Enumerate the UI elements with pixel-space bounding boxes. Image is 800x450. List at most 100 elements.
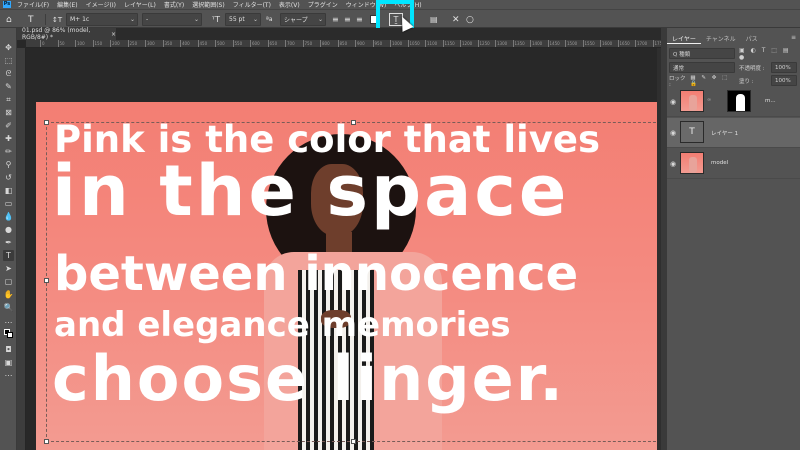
type-tool-icon[interactable]: T [3, 250, 14, 261]
ruler-tick [407, 40, 409, 47]
zoom-tool-icon[interactable]: 🔍 [3, 302, 14, 313]
menu-type[interactable]: 書式(Y) [164, 0, 184, 9]
more-tools-icon[interactable]: … [3, 315, 14, 326]
marquee-tool-icon[interactable]: ⬚ [3, 55, 14, 66]
move-tool-icon[interactable]: ✥ [3, 42, 14, 53]
document-tab[interactable]: 01.psd @ 86% (model, RGB/8#) * × [17, 27, 117, 41]
toggle-orientation-icon[interactable]: ↕T [52, 13, 62, 26]
font-family-value: M+ 1c [70, 16, 90, 23]
menu-view[interactable]: 表示(V) [279, 0, 300, 9]
align-right-icon[interactable]: ≡ [356, 13, 364, 26]
font-style-value: - [146, 16, 149, 23]
pen-tool-icon[interactable]: ✒ [3, 237, 14, 248]
ruler-tick [652, 40, 654, 47]
ruler-tick [425, 40, 426, 47]
menu-image[interactable]: イメージ(I) [86, 0, 116, 9]
menu-plugins[interactable]: プラグイン [308, 0, 338, 9]
ruler-tick [197, 40, 199, 47]
cancel-icon[interactable]: ✕ [452, 13, 462, 26]
screen-mode-icon[interactable]: ▣ [3, 357, 14, 368]
filter-icons[interactable]: ▣ ◐ T ⬚ ▤ ● [739, 47, 797, 61]
menu-edit[interactable]: 編集(E) [57, 0, 77, 9]
ruler-label: 1700 [637, 41, 648, 46]
ruler-tick [442, 40, 444, 47]
font-family-select[interactable]: M+ 1c ⌄ [66, 13, 138, 26]
ruler-tick [547, 40, 549, 47]
clone-stamp-tool-icon[interactable]: ⚲ [3, 159, 14, 170]
align-left-icon[interactable]: ≡ [332, 13, 340, 26]
tab-layers[interactable]: レイヤー [667, 32, 701, 44]
fill-input[interactable]: 100% [771, 75, 797, 86]
blend-mode-select[interactable]: 通常 [669, 62, 735, 73]
lock-icons[interactable]: ▦ ✎ ✥ ⬚ 🔒 [690, 75, 735, 87]
ruler-label: 450 [199, 41, 208, 46]
chain-link-icon[interactable]: ∞ [707, 97, 711, 103]
tab-paths[interactable]: パス [741, 32, 763, 44]
lock-label: ロック : [669, 75, 686, 88]
frame-tool-icon[interactable]: ⊠ [3, 107, 14, 118]
menu-filter[interactable]: フィルター(T) [233, 0, 271, 9]
visibility-eye-icon[interactable]: ◉ [670, 160, 676, 168]
history-brush-tool-icon[interactable]: ↺ [3, 172, 14, 183]
menu-select[interactable]: 選択範囲(S) [192, 0, 225, 9]
color-swatches-icon[interactable] [3, 328, 14, 339]
panel-menu-icon[interactable]: ≡ [787, 32, 800, 44]
lasso-tool-icon[interactable]: ᘓ [3, 68, 14, 79]
character-panel-icon[interactable]: ▤ [430, 13, 440, 26]
menu-file[interactable]: ファイル(F) [17, 0, 49, 9]
photoshop-logo-icon[interactable]: Ps [3, 1, 11, 8]
layer-row-model[interactable]: ◉ model [667, 149, 800, 179]
bbox-handle-top-left[interactable] [44, 120, 49, 125]
align-center-icon[interactable]: ≡ [344, 13, 352, 26]
gradient-tool-icon[interactable]: ▭ [3, 198, 14, 209]
text-layer-thumbnail-icon: T [680, 121, 704, 143]
healing-brush-tool-icon[interactable]: ✚ [3, 133, 14, 144]
opacity-input[interactable]: 100% [771, 62, 797, 73]
antialias-select[interactable]: シャープ ⌄ [280, 13, 326, 26]
visibility-eye-icon[interactable]: ◉ [670, 129, 676, 137]
ruler-label: 400 [182, 41, 190, 46]
font-size-icon: ᵀT [212, 15, 220, 24]
quick-select-tool-icon[interactable]: ✎ [3, 81, 14, 92]
visibility-eye-icon[interactable]: ◉ [670, 98, 676, 106]
layer-row-text[interactable]: ◉ T レイヤー 1 [667, 118, 800, 148]
eraser-tool-icon[interactable]: ◧ [3, 185, 14, 196]
bbox-handle-left[interactable] [44, 278, 49, 283]
crop-tool-icon[interactable]: ⌗ [3, 94, 14, 105]
layer-mask-thumbnail[interactable] [727, 90, 751, 112]
eyedropper-tool-icon[interactable]: ✐ [3, 120, 14, 131]
font-style-select[interactable]: - ⌄ [142, 13, 202, 26]
bbox-handle-top[interactable] [351, 120, 356, 125]
close-icon[interactable]: × [111, 31, 116, 38]
home-icon[interactable]: ⌂ [6, 13, 16, 26]
chevron-down-icon: ⌄ [193, 16, 199, 23]
type-tool-preset-icon[interactable]: T [28, 13, 38, 26]
bbox-handle-bottom-left[interactable] [44, 439, 49, 444]
quick-mask-icon[interactable]: ◘ [3, 344, 14, 355]
ruler-tick [232, 40, 234, 47]
layer-filter-select[interactable]: Q 種類 [669, 48, 735, 59]
path-selection-tool-icon[interactable]: ➤ [3, 263, 14, 274]
tab-channels[interactable]: チャンネル [701, 32, 741, 44]
brush-tool-icon[interactable]: ✏ [3, 146, 14, 157]
ruler-label: 1550 [584, 41, 595, 46]
text-bounding-box[interactable] [44, 120, 661, 444]
blur-tool-icon[interactable]: 💧 [3, 211, 14, 222]
commit-icon[interactable]: ○ [466, 13, 476, 26]
layer-row-mask[interactable]: ◉ ∞ m... [667, 87, 800, 117]
bbox-handle-bottom[interactable] [351, 439, 356, 444]
dodge-tool-icon[interactable]: ● [3, 224, 14, 235]
shape-tool-icon[interactable]: ▢ [3, 276, 14, 287]
ruler-tick [162, 40, 164, 47]
font-size-select[interactable]: 55 pt ⌄ [225, 13, 261, 26]
menu-layer[interactable]: レイヤー(L) [124, 0, 156, 9]
ruler-label: 1350 [514, 41, 525, 46]
edit-toolbar-icon[interactable]: ⋯ [3, 370, 14, 381]
ruler-tick [40, 40, 41, 47]
ruler-label: 350 [164, 41, 173, 46]
blend-mode-value: 通常 [673, 65, 685, 72]
layer-name: m... [765, 98, 776, 104]
hand-tool-icon[interactable]: ✋ [3, 289, 14, 300]
canvas-area[interactable]: Pink is the color that lives in the spac… [26, 48, 661, 450]
ruler-label: 1050 [409, 41, 420, 46]
